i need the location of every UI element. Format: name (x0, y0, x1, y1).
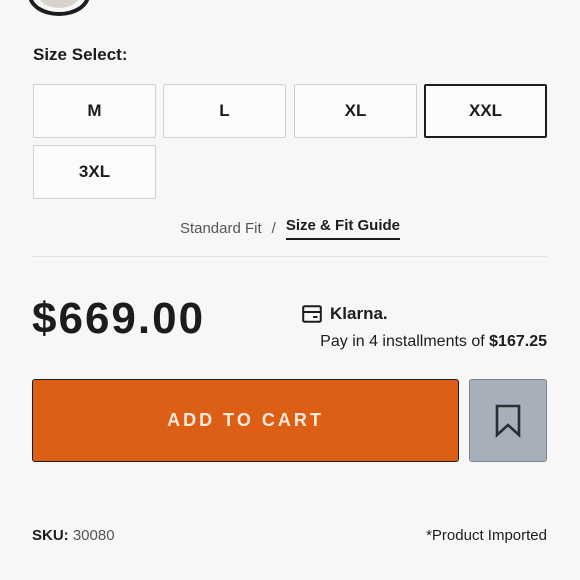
card-icon (302, 305, 322, 323)
klarna-header[interactable]: Klarna. (302, 304, 388, 324)
size-select-label: Size Select: (33, 45, 128, 64)
swatch-image (38, 0, 80, 8)
size-fit-guide-link[interactable]: Size & Fit Guide (285, 217, 401, 240)
size-option-xxl[interactable]: XXL (424, 84, 547, 138)
color-swatch-selected[interactable] (28, 0, 90, 16)
size-option-l[interactable]: L (163, 84, 286, 138)
size-option-m[interactable]: M (33, 84, 156, 138)
installment-prefix: Pay in 4 installments of (320, 333, 485, 350)
standard-fit-text: Standard Fit (179, 220, 262, 237)
add-to-cart-button[interactable]: ADD TO CART (32, 379, 459, 462)
installment-amount: $167.25 (489, 333, 547, 350)
wishlist-button[interactable] (469, 379, 547, 462)
fit-info: Standard Fit / Size & Fit Guide (0, 217, 580, 240)
klarna-installment-text: Pay in 4 installments of $167.25 (320, 333, 547, 351)
product-price: $669.00 (32, 294, 206, 343)
fit-separator: / (271, 220, 276, 237)
section-divider (33, 256, 547, 257)
product-imported-note: *Product Imported (426, 527, 547, 544)
klarna-brand: Klarna. (330, 304, 388, 323)
bookmark-icon (495, 404, 521, 438)
sku-label: SKU: (32, 527, 69, 544)
size-option-xl[interactable]: XL (294, 84, 417, 138)
sku-info: SKU: 30080 (32, 527, 115, 544)
sku-value: 30080 (72, 527, 115, 544)
size-option-3xl[interactable]: 3XL (33, 145, 156, 199)
